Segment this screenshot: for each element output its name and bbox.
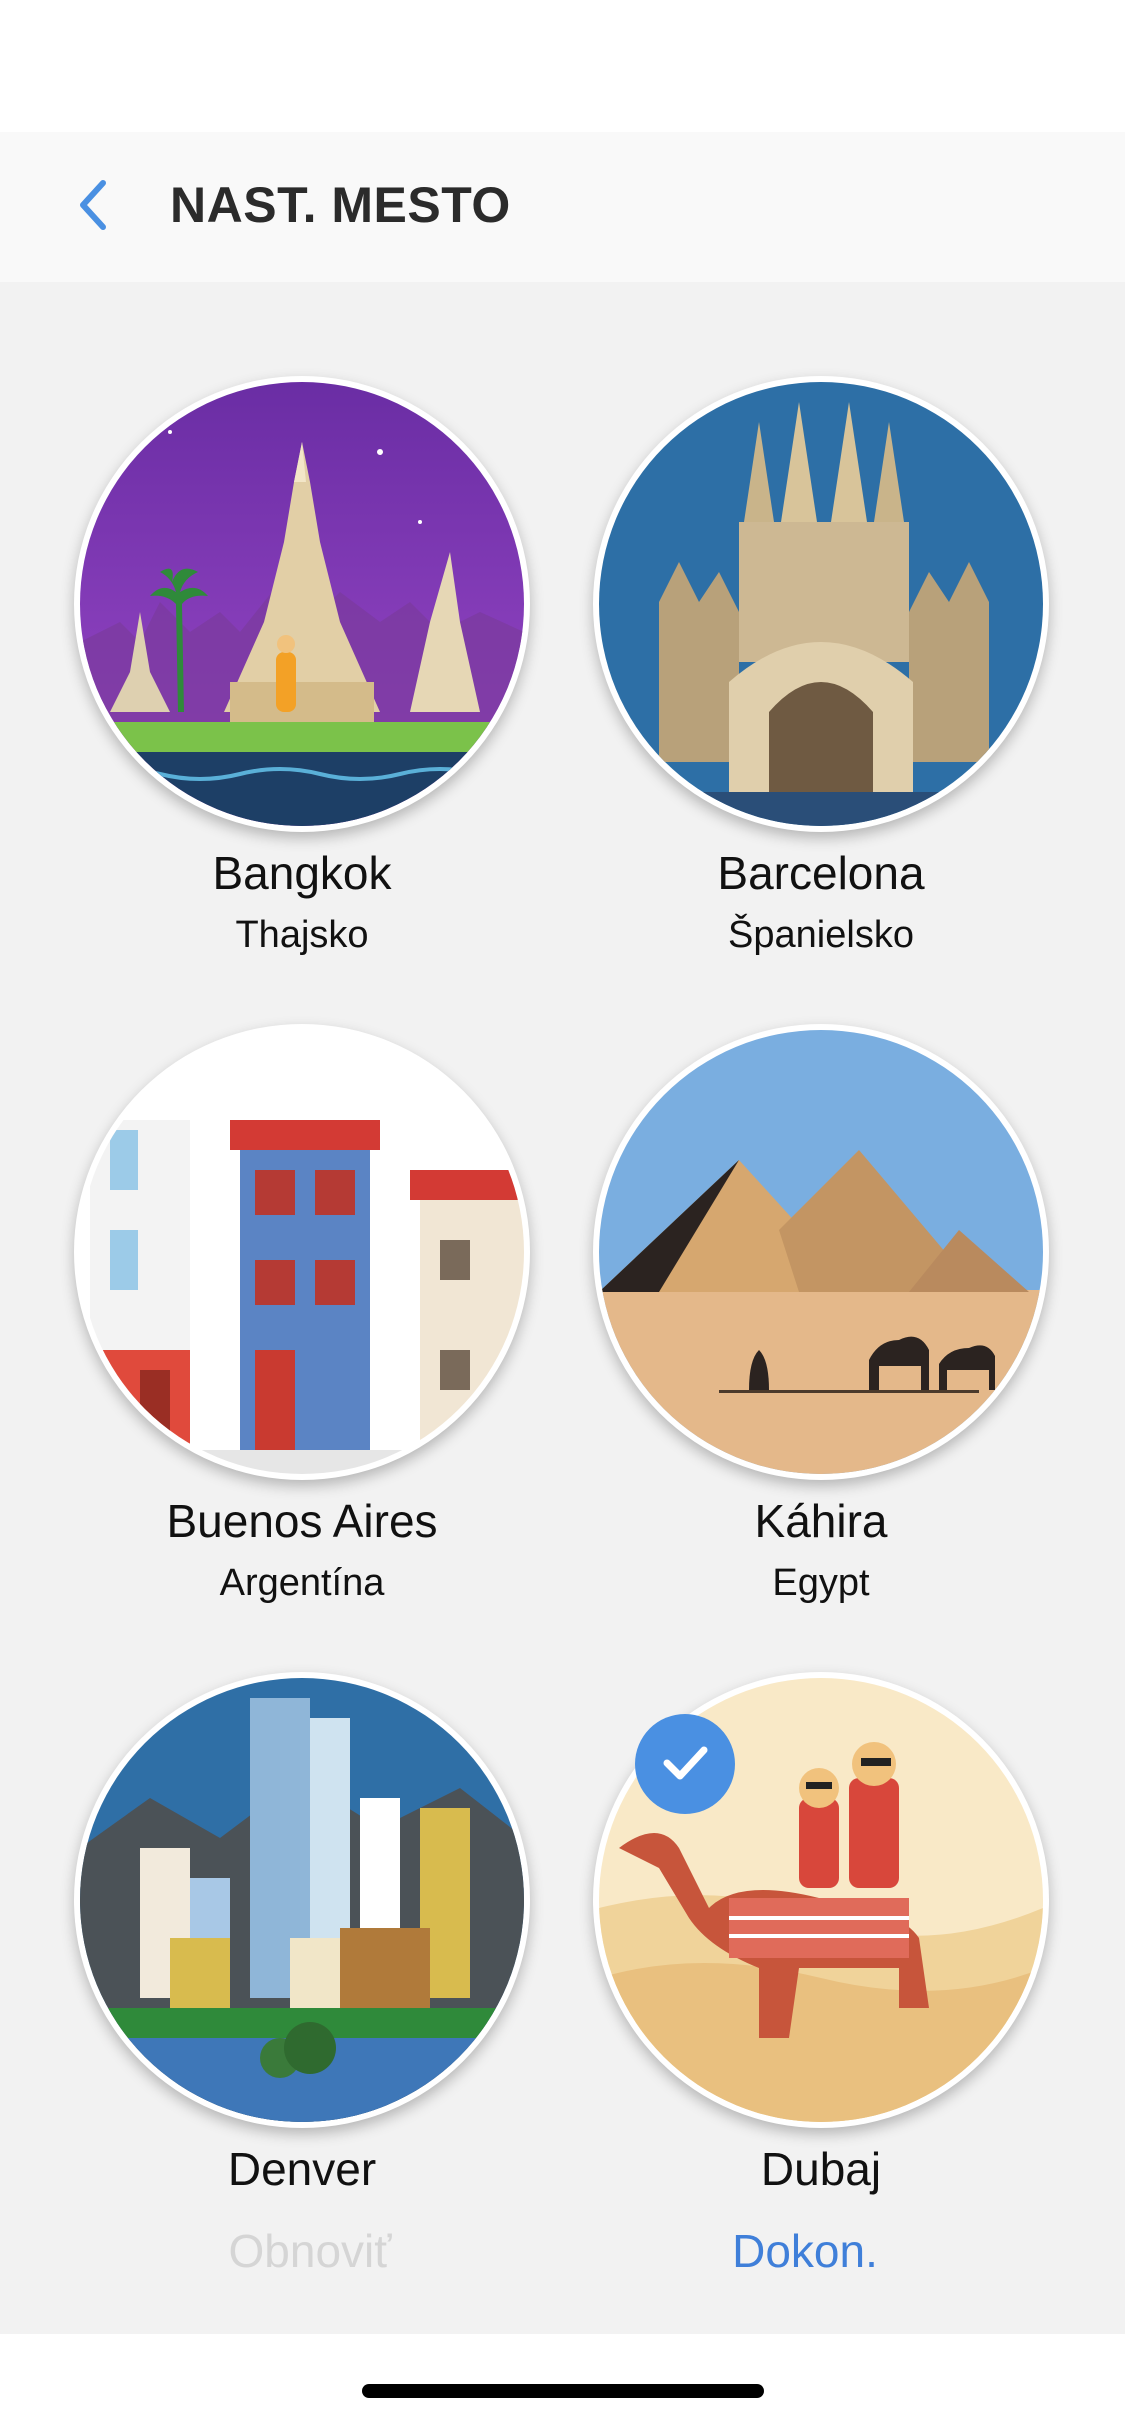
city-card-kahira[interactable]: Káhira Egypt bbox=[561, 1024, 1081, 1605]
cairo-illustration bbox=[599, 1030, 1043, 1474]
status-bar bbox=[0, 0, 1125, 132]
home-indicator-area bbox=[0, 2334, 1125, 2436]
denver-illustration bbox=[80, 1678, 524, 2122]
city-image-frame bbox=[593, 1672, 1049, 2128]
city-card-bangkok[interactable]: Bangkok Thajsko bbox=[42, 376, 562, 957]
city-name: Dubaj bbox=[760, 2143, 882, 2195]
city-name: Barcelona bbox=[717, 847, 925, 899]
reset-button[interactable]: Obnoviť bbox=[160, 2224, 460, 2278]
city-image-frame bbox=[593, 1024, 1049, 1480]
page-title: NAST. MESTO bbox=[170, 177, 511, 233]
city-card-barcelona[interactable]: Barcelona Španielsko bbox=[561, 376, 1081, 957]
city-card-buenos-aires[interactable]: Buenos Aires Argentína bbox=[42, 1024, 562, 1605]
city-name: Káhira bbox=[754, 1495, 888, 1547]
city-image-frame bbox=[74, 376, 530, 832]
city-name: Denver bbox=[227, 2143, 377, 2195]
city-name: Buenos Aires bbox=[166, 1495, 438, 1547]
bottom-action-bar: Obnoviť Dokon. bbox=[0, 2210, 1125, 2310]
country-name: Španielsko bbox=[728, 914, 914, 956]
city-image-frame bbox=[593, 376, 1049, 832]
selected-check-badge bbox=[635, 1714, 735, 1814]
country-name: Thajsko bbox=[235, 914, 369, 956]
city-card-denver[interactable]: Denver bbox=[42, 1672, 562, 2196]
city-image-frame bbox=[74, 1024, 530, 1480]
bangkok-illustration bbox=[80, 382, 524, 826]
checkmark-icon bbox=[655, 1732, 715, 1797]
back-button[interactable] bbox=[58, 172, 128, 242]
city-grid: Bangkok Thajsko Barcelona Španielsko Bue… bbox=[0, 282, 1125, 2334]
done-button[interactable]: Dokon. bbox=[655, 2224, 955, 2278]
city-image-frame bbox=[74, 1672, 530, 2128]
buenos-aires-illustration bbox=[80, 1030, 524, 1474]
city-card-dubaj[interactable]: Dubaj bbox=[561, 1672, 1081, 2196]
home-indicator[interactable] bbox=[362, 2384, 764, 2398]
city-name: Bangkok bbox=[212, 847, 392, 899]
country-name: Argentína bbox=[219, 1562, 385, 1604]
chevron-left-icon bbox=[73, 177, 113, 238]
barcelona-illustration bbox=[599, 382, 1043, 826]
country-name: Egypt bbox=[772, 1562, 870, 1604]
navigation-bar: NAST. MESTO bbox=[0, 132, 1125, 282]
